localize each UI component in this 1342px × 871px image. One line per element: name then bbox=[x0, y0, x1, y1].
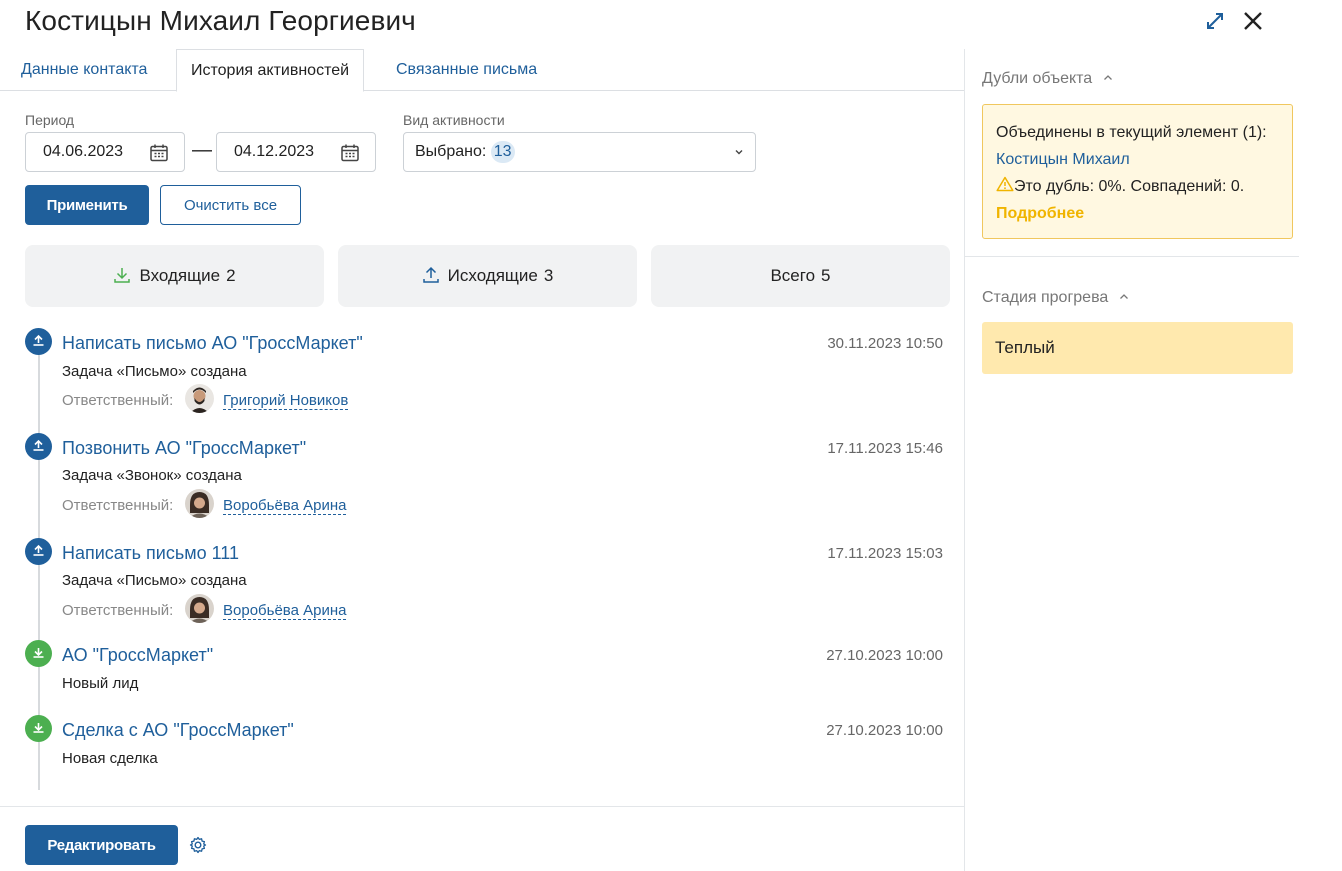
stage-section-header[interactable]: Стадия прогрева bbox=[982, 289, 1129, 307]
tabs-bar: Данные контакта История активностей Связ… bbox=[0, 49, 964, 92]
stage-value: Теплый bbox=[982, 322, 1293, 374]
selected-count-badge: 13 bbox=[490, 141, 515, 163]
incoming-activity-icon bbox=[25, 715, 52, 742]
activity-date: 27.10.2023 10:00 bbox=[826, 722, 943, 739]
outgoing-stat[interactable]: Исходящие 3 bbox=[338, 245, 637, 307]
activity-title[interactable]: Написать письмо 111 bbox=[62, 543, 239, 564]
incoming-label: Входящие bbox=[139, 266, 221, 285]
calendar-icon[interactable] bbox=[149, 143, 169, 163]
total-stat[interactable]: Всего 5 bbox=[651, 245, 950, 307]
outgoing-activity-icon bbox=[25, 328, 52, 355]
apply-button[interactable]: Применить bbox=[25, 185, 149, 225]
download-icon bbox=[114, 268, 131, 283]
clear-all-button[interactable]: Очистить все bbox=[160, 185, 301, 225]
close-icon[interactable] bbox=[1242, 10, 1264, 32]
avatar bbox=[185, 594, 214, 623]
gear-icon[interactable] bbox=[188, 835, 208, 855]
sidebar-divider bbox=[965, 256, 1299, 257]
stage-title: Стадия прогрева bbox=[982, 289, 1109, 306]
activity-subtitle: Задача «Письмо» создана bbox=[62, 363, 247, 380]
date-from-input[interactable]: 04.06.2023 bbox=[25, 132, 185, 172]
activity-title[interactable]: Позвонить АО "ГроссМаркет" bbox=[62, 438, 306, 459]
chevron-down-icon bbox=[735, 150, 743, 155]
outgoing-activity-icon bbox=[25, 433, 52, 460]
dup-link[interactable]: Костицын Михаил bbox=[996, 151, 1130, 168]
activity-date: 27.10.2023 10:00 bbox=[826, 647, 943, 664]
tab-related-emails[interactable]: Связанные письма bbox=[382, 49, 551, 91]
page-title: Костицын Михаил Георгиевич bbox=[25, 5, 416, 36]
activity-type-label: Вид активности bbox=[403, 112, 505, 128]
chevron-up-icon bbox=[1103, 75, 1112, 80]
expand-icon[interactable] bbox=[1204, 10, 1226, 32]
date-from-value: 04.06.2023 bbox=[43, 143, 124, 160]
avatar bbox=[185, 384, 214, 413]
calendar-icon[interactable] bbox=[340, 143, 360, 163]
dup-more-link[interactable]: Подробнее bbox=[996, 205, 1084, 222]
panel-divider bbox=[964, 49, 965, 871]
tab-contact-data[interactable]: Данные контакта bbox=[7, 49, 161, 91]
chevron-up-icon bbox=[1119, 294, 1128, 299]
upload-icon bbox=[422, 266, 439, 283]
outgoing-count: 3 bbox=[543, 266, 554, 285]
responsible-link[interactable]: Григорий Новиков bbox=[223, 392, 349, 410]
responsible-label: Ответственный: bbox=[62, 497, 174, 514]
edit-button[interactable]: Редактировать bbox=[25, 825, 178, 865]
responsible-label: Ответственный: bbox=[62, 392, 174, 409]
incoming-activity-icon bbox=[25, 640, 52, 667]
outgoing-label: Исходящие bbox=[447, 266, 538, 285]
activity-type-select[interactable]: Выбрано: 13 bbox=[403, 132, 756, 172]
incoming-stat[interactable]: Входящие 2 bbox=[25, 245, 324, 307]
dup-text-1: Объединены в текущий элемент (1): bbox=[996, 124, 1267, 141]
responsible-link[interactable]: Воробьёва Арина bbox=[223, 602, 347, 620]
activity-date: 30.11.2023 10:50 bbox=[827, 335, 943, 352]
selected-prefix: Выбрано: bbox=[415, 143, 487, 160]
activity-date: 17.11.2023 15:46 bbox=[827, 440, 943, 457]
duplicates-box: Объединены в текущий элемент (1): Костиц… bbox=[982, 104, 1293, 239]
footer-divider bbox=[0, 806, 964, 807]
date-to-input[interactable]: 04.12.2023 bbox=[216, 132, 376, 172]
tab-activity-history[interactable]: История активностей bbox=[176, 49, 365, 92]
duplicates-section-header[interactable]: Дубли объекта bbox=[982, 70, 1113, 88]
activity-title[interactable]: Написать письмо АО "ГроссМаркет" bbox=[62, 333, 363, 354]
activity-subtitle: Задача «Звонок» создана bbox=[62, 467, 242, 484]
responsible-link[interactable]: Воробьёва Арина bbox=[223, 497, 347, 515]
date-range-dash: — bbox=[192, 139, 212, 161]
avatar bbox=[185, 489, 214, 518]
duplicates-title: Дубли объекта bbox=[982, 70, 1093, 87]
warning-icon bbox=[996, 176, 1014, 192]
activity-subtitle: Задача «Письмо» создана bbox=[62, 572, 247, 589]
period-label: Период bbox=[25, 112, 75, 128]
incoming-count: 2 bbox=[226, 266, 236, 285]
total-count: 5 bbox=[821, 266, 831, 285]
dup-text-2: Это дубль: 0%. Совпадений: bbox=[1014, 178, 1227, 195]
activity-title[interactable]: Сделка с АО "ГроссМаркет" bbox=[62, 720, 294, 741]
activity-date: 17.11.2023 15:03 bbox=[827, 545, 943, 562]
activity-title[interactable]: АО "ГроссМаркет" bbox=[62, 645, 213, 666]
activity-subtitle: Новая сделка bbox=[62, 750, 158, 767]
responsible-label: Ответственный: bbox=[62, 602, 174, 619]
activity-subtitle: Новый лид bbox=[62, 675, 139, 692]
outgoing-activity-icon bbox=[25, 538, 52, 565]
date-to-value: 04.12.2023 bbox=[234, 143, 315, 160]
dup-matches: 0. bbox=[1230, 178, 1245, 195]
total-label: Всего bbox=[770, 266, 816, 285]
